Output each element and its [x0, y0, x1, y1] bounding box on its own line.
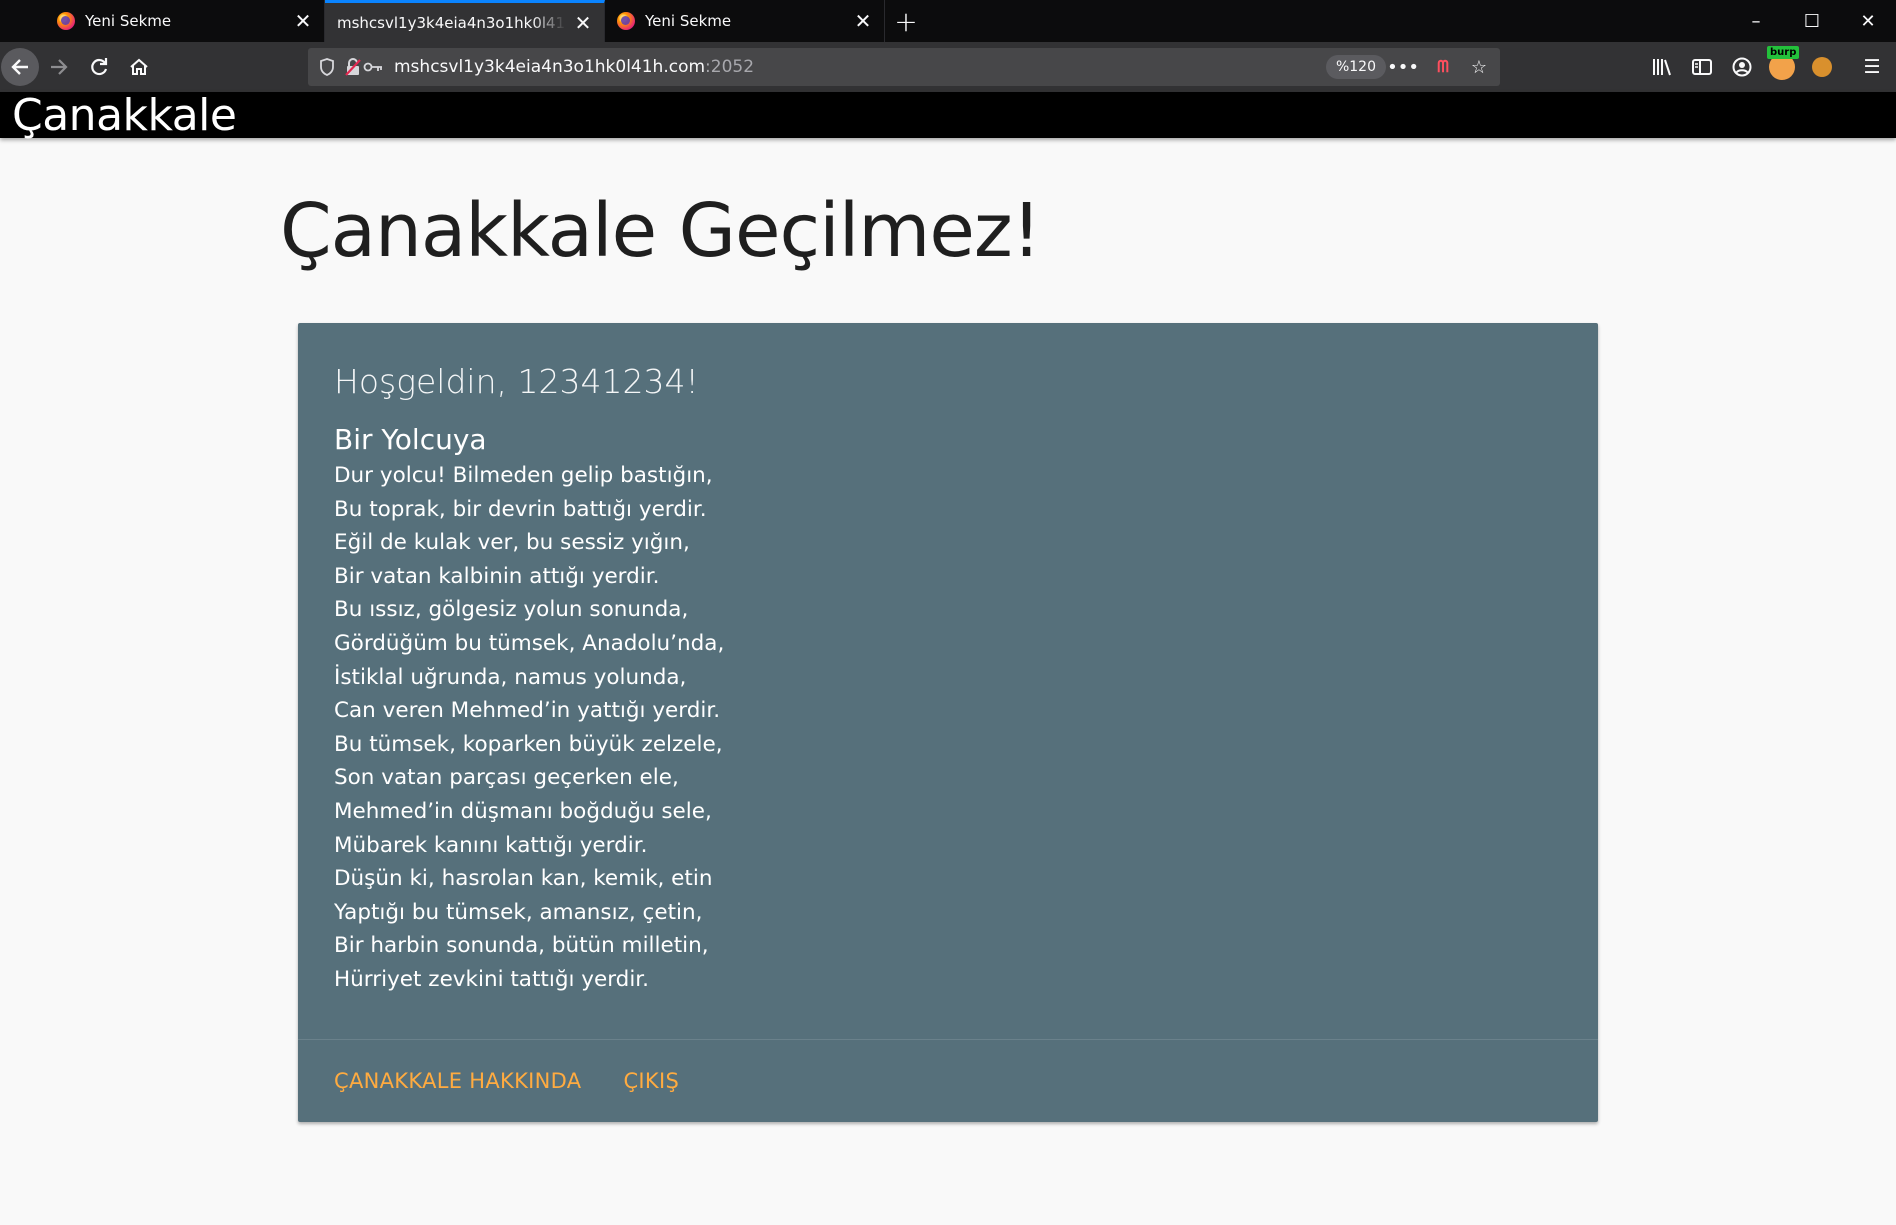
- cookie-shape: [1812, 57, 1832, 77]
- library-icon[interactable]: [1642, 47, 1682, 87]
- tab-active-site[interactable]: mshcsvl1y3k4eia4n3o1hk0l41h.com ✕: [325, 0, 605, 42]
- burp-badge: burp: [1767, 46, 1800, 59]
- home-icon[interactable]: [119, 47, 159, 87]
- close-icon[interactable]: ✕: [292, 9, 314, 33]
- poem-line: Yaptığı bu tümsek, amansız, çetin,: [334, 899, 703, 925]
- poem-line: Can veren Mehmed’in yattığı yerdir.: [334, 698, 721, 724]
- poem-line: Bir harbin sonunda, bütün milletin,: [334, 933, 709, 959]
- shield-icon[interactable]: [314, 54, 340, 80]
- tab-title: mshcsvl1y3k4eia4n3o1hk0l41h.com: [337, 13, 566, 32]
- cookie-icon[interactable]: [1802, 47, 1842, 87]
- navigation-toolbar: mshcsvl1y3k4eia4n3o1hk0l41h.com:2052 %12…: [0, 42, 1896, 92]
- poem-line: Bu ıssız, gölgesiz yolun sonunda,: [334, 597, 689, 623]
- pocket-extension-icon[interactable]: ᗰ: [1430, 54, 1456, 80]
- firefox-icon: [617, 12, 635, 30]
- tab-title: Yeni Sekme: [85, 12, 172, 30]
- poem-line: İstiklal uğrunda, namus yolunda,: [334, 664, 687, 690]
- firefox-icon: [57, 12, 75, 30]
- site-brand[interactable]: Çanakkale: [12, 90, 237, 142]
- url-host: mshcsvl1y3k4eia4n3o1hk0l41h.com: [394, 57, 706, 77]
- tab-title: Yeni Sekme: [645, 12, 732, 30]
- poem-line: Bu toprak, bir devrin battığı yerdir.: [334, 496, 707, 522]
- window-controls: – ☐ ✕: [1728, 0, 1896, 42]
- back-arrow-icon[interactable]: [1, 48, 39, 86]
- sidebar-icon[interactable]: [1682, 47, 1722, 87]
- url-text[interactable]: mshcsvl1y3k4eia4n3o1hk0l41h.com:2052: [394, 57, 754, 77]
- url-port: :2052: [705, 57, 755, 77]
- burp-icon: burp: [1767, 46, 1800, 80]
- poem-line: Dur yolcu! Bilmeden gelip bastığın,: [334, 463, 713, 488]
- url-bar[interactable]: mshcsvl1y3k4eia4n3o1hk0l41h.com:2052 %12…: [308, 48, 1500, 86]
- bookmark-star-icon[interactable]: ☆: [1466, 54, 1492, 80]
- page-actions-icon[interactable]: •••: [1387, 54, 1419, 80]
- tab-yeni-sekme-1[interactable]: Yeni Sekme ✕: [45, 0, 325, 42]
- window-close-icon[interactable]: ✕: [1840, 0, 1896, 42]
- account-icon[interactable]: [1722, 47, 1762, 87]
- poem-text: Dur yolcu! Bilmeden gelip bastığın, Bu t…: [334, 459, 1562, 997]
- poem-line: Eğil de kulak ver, bu sessiz yığın,: [334, 530, 690, 556]
- logout-link[interactable]: ÇIKIŞ: [623, 1069, 679, 1093]
- poem-line: Bu tümsek, koparken büyük zelzele,: [334, 731, 723, 757]
- reload-icon[interactable]: [79, 47, 119, 87]
- close-icon[interactable]: ✕: [852, 9, 874, 33]
- zoom-level-badge[interactable]: %120: [1325, 55, 1386, 79]
- key-icon[interactable]: [360, 54, 386, 80]
- about-link[interactable]: ÇANAKKALE HAKKINDA: [334, 1069, 581, 1093]
- tab-strip-spacer: [0, 0, 45, 42]
- welcome-card: Hoşgeldin, 12341234! Bir Yolcuya Dur yol…: [298, 323, 1598, 1122]
- forward-arrow-icon[interactable]: [39, 47, 79, 87]
- poem-line: Hürriyet zevkini tattığı yerdir.: [334, 966, 650, 992]
- poem-line: Bir vatan kalbinin attığı yerdir.: [334, 563, 660, 589]
- close-icon[interactable]: ✕: [572, 11, 594, 35]
- tab-strip: Yeni Sekme ✕ mshcsvl1y3k4eia4n3o1hk0l41h…: [0, 0, 1896, 42]
- new-tab-button[interactable]: +: [885, 0, 927, 42]
- burp-extension-icon[interactable]: burp: [1762, 46, 1802, 87]
- maximize-icon[interactable]: ☐: [1784, 0, 1840, 42]
- page-title: Çanakkale Geçilmez!: [280, 188, 1041, 274]
- poem-line: Mehmed’in düşmanı boğduğu sele,: [334, 798, 712, 824]
- toolbar-right: burp ☰: [1642, 42, 1896, 92]
- minimize-icon[interactable]: –: [1728, 0, 1784, 42]
- poem-line: Son vatan parçası geçerken ele,: [334, 765, 679, 791]
- poem-title: Bir Yolcuya: [334, 423, 487, 456]
- tab-yeni-sekme-2[interactable]: Yeni Sekme ✕: [605, 0, 885, 42]
- poem-line: Gördüğüm bu tümsek, Anadolu’nda,: [334, 630, 725, 656]
- card-content: Hoşgeldin, 12341234! Bir Yolcuya Dur yol…: [298, 323, 1598, 997]
- menu-icon[interactable]: ☰: [1852, 47, 1892, 87]
- poem-line: Düşün ki, hasrolan kan, kemik, etin: [334, 866, 713, 892]
- poem-line: Mübarek kanını kattığı yerdir.: [334, 832, 648, 858]
- card-actions: ÇANAKKALE HAKKINDA ÇIKIŞ: [298, 1039, 1598, 1122]
- welcome-heading: Hoşgeldin, 12341234!: [334, 362, 699, 401]
- site-header: Çanakkale: [0, 90, 1896, 141]
